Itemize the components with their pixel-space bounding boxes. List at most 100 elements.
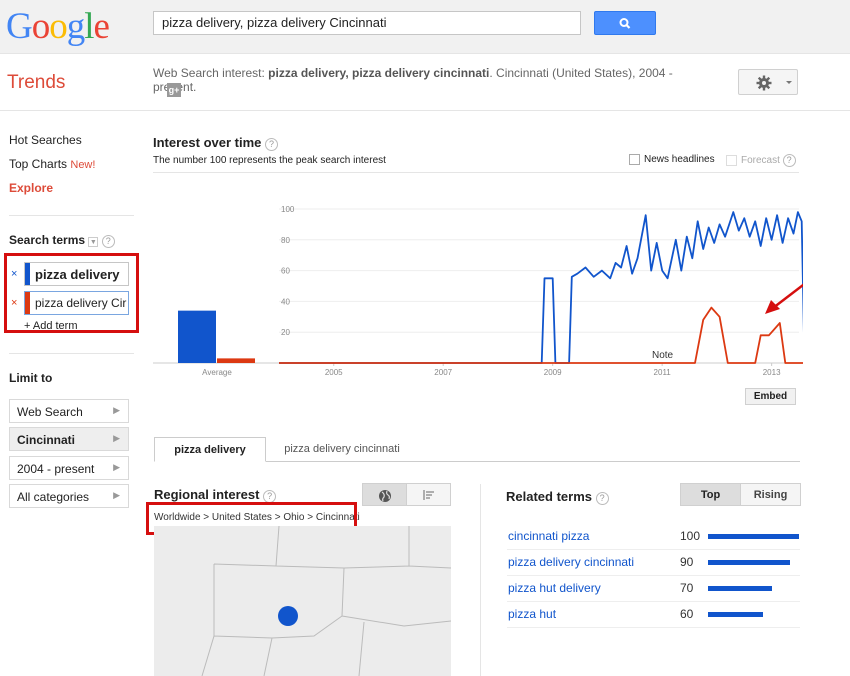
search-terms-heading: Search terms ▼ ? [9,233,115,248]
sidebar-divider [9,215,134,216]
top-charts-label: Top Charts [9,157,68,171]
related-term-link[interactable]: cincinnati pizza [508,529,589,543]
section-title: Related terms [506,489,592,504]
settings-button[interactable] [738,69,798,95]
list-icon [423,490,434,500]
help-icon[interactable]: ? [782,154,796,167]
average-bar [178,310,216,363]
forecast-label: Forecast [741,155,780,166]
interest-chart: 100 80 60 40 20 2005 2007 2009 2011 2013 Average No… [153,205,803,377]
x-tick-label: 2005 [325,368,343,377]
globe-icon [378,490,391,502]
help-icon[interactable]: ? [265,138,278,151]
related-term-link[interactable]: pizza delivery cincinnati [508,555,634,569]
limit-to-heading: Limit to [9,371,53,385]
highlight-box [4,253,139,333]
chevron-right-icon: ▶ [113,462,120,472]
y-tick-label: 80 [281,236,290,245]
search-terms-label: Search terms [9,233,86,247]
filter-search-type[interactable]: Web Search ▶ [9,399,129,423]
regional-interest-heading: Regional interest ? [154,487,277,503]
filter-label: All categories [17,490,90,504]
nav-top-charts[interactable]: Top Charts New! [9,157,95,171]
filter-location[interactable]: Cincinnati ▶ [9,427,129,451]
tab-pizza-delivery-cincinnati[interactable]: pizza delivery cincinnati [276,437,408,462]
related-term-bar [708,534,799,539]
map-view-button[interactable] [362,483,407,506]
interest-over-time-heading: Interest over time ? [153,135,278,151]
section-title: Regional interest [154,487,260,502]
google-plus-share-icon[interactable]: g+ [167,83,181,97]
chevron-right-icon: ▶ [113,490,120,500]
embed-button[interactable]: Embed [745,388,796,405]
series-line [279,306,803,364]
y-tick-label: 100 [281,205,295,214]
checkbox[interactable] [629,154,640,165]
y-tick-label: 20 [281,328,290,337]
query-summary: Web Search interest: pizza delivery, piz… [153,66,713,94]
related-term-row[interactable]: pizza hut 60 [507,602,800,628]
list-view-button[interactable] [406,483,451,506]
chart-top-divider [153,172,799,173]
related-term-row[interactable]: pizza delivery cincinnati 90 [507,550,800,576]
x-tick-label: 2011 [654,368,672,377]
summary-prefix: Web Search interest: [153,66,269,80]
google-logo[interactable]: Google [6,5,110,48]
chart-caption: The number 100 represents the peak searc… [153,155,386,166]
checkbox[interactable] [726,154,737,166]
chevron-right-icon: ▶ [113,405,120,415]
related-term-value: 100 [680,529,701,543]
top-toggle-button[interactable]: Top [680,483,741,506]
region-map[interactable] [154,526,451,676]
chevron-down-icon [786,81,792,84]
related-term-link[interactable]: pizza hut delivery [508,581,601,595]
filter-label: Cincinnati [17,433,76,447]
news-headlines-label: News headlines [644,154,715,166]
y-tick-label: 60 [281,267,290,276]
x-tick-label: 2013 [763,368,781,377]
search-input[interactable]: pizza delivery, pizza delivery Cincinnat… [153,11,581,35]
filter-category[interactable]: All categories ▶ [9,484,129,508]
note-annotation: Note [652,350,674,361]
search-icon [619,18,631,29]
annotation-arrow [772,283,803,309]
related-term-value: 70 [680,581,694,595]
related-term-row[interactable]: cincinnati pizza 100 [507,524,800,550]
section-divider [480,484,481,676]
chevron-right-icon: ▶ [113,433,120,443]
related-term-value: 60 [680,607,694,621]
rising-toggle-button[interactable]: Rising [740,483,801,506]
summary-terms: pizza delivery, pizza delivery cincinnat… [268,66,490,80]
related-term-bar [708,612,763,617]
filter-label: 2004 - present [17,462,95,476]
y-tick-label: 40 [281,297,290,306]
nav-explore[interactable]: Explore [9,181,53,195]
tab-pizza-delivery[interactable]: pizza delivery [154,437,266,462]
related-term-value: 90 [680,555,694,569]
app-title: Trends [7,72,66,93]
search-button[interactable] [594,11,656,35]
new-badge: New! [70,159,96,171]
sidebar-divider [9,353,134,354]
section-title: Interest over time [153,135,262,150]
related-term-bar [708,560,790,565]
filter-label: Web Search [17,405,83,419]
average-label: Average [202,368,232,377]
forecast-toggle[interactable]: Forecast ? [726,154,796,167]
help-icon[interactable]: ? [101,235,115,248]
region-marker[interactable] [278,606,298,626]
sub-header: Trends Web Search interest: pizza delive… [0,55,850,111]
help-icon[interactable]: ? [595,492,609,505]
related-term-link[interactable]: pizza hut [508,607,556,621]
nav-hot-searches[interactable]: Hot Searches [9,133,82,147]
average-bar [217,358,255,363]
related-term-row[interactable]: pizza hut delivery 70 [507,576,800,602]
x-tick-label: 2007 [434,368,452,377]
dropdown-icon[interactable]: ▼ [88,237,99,247]
x-tick-label: 2009 [544,368,562,377]
annotation-arrowhead [765,300,780,314]
news-headlines-toggle[interactable]: News headlines [629,154,715,165]
top-bar: Google pizza delivery, pizza delivery Ci… [0,0,850,54]
gear-icon [756,75,792,91]
filter-time-range[interactable]: 2004 - present ▶ [9,456,129,480]
